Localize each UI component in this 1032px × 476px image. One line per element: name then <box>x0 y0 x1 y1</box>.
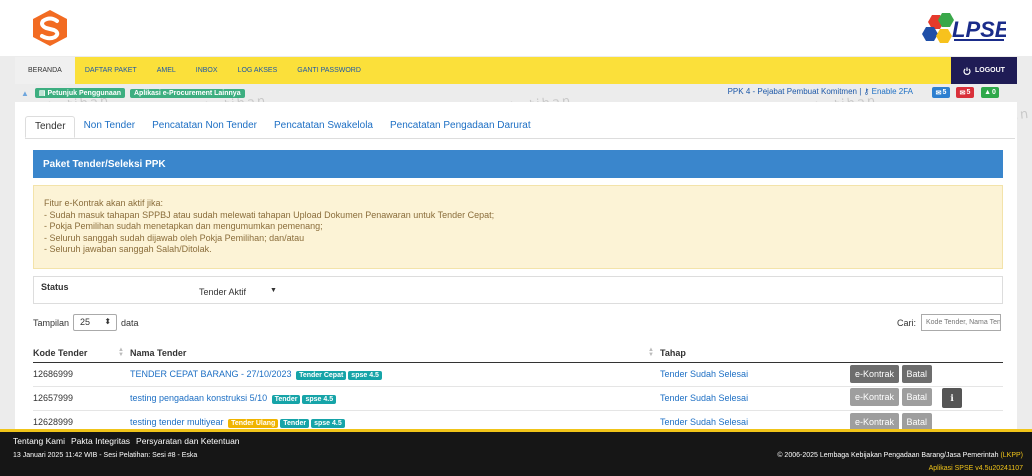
nav-inbox[interactable]: INBOX <box>186 57 228 84</box>
role-info: PPK 4 - Pejabat Pembuat Komitmen | ⚷ Ena… <box>727 87 913 96</box>
table-row: 12657999 testing pengadaan konstruksi 5/… <box>33 385 1003 410</box>
alert-line: - Sudah masuk tahapan SPPBJ atau sudah m… <box>44 209 495 220</box>
table-row: 12686999 TENDER CEPAT BARANG - 27/10/202… <box>33 361 1003 386</box>
tab-tender[interactable]: Tender <box>25 116 75 138</box>
alert-line: - Seluruh sanggah sudah dijawab oleh Pok… <box>44 232 305 243</box>
tag-tender-ulang: Tender Ulang <box>228 418 279 428</box>
tahap-link[interactable]: Tender Sudah Selesai <box>660 393 748 403</box>
nav-ganti-password[interactable]: GANTI PASSWORD <box>287 57 371 84</box>
tag-spse: spse 4.5 <box>302 394 337 404</box>
footer-links: Tentang Kami Pakta Integritas Persyarata… <box>13 436 240 446</box>
lpse-logo-icon: LPSE <box>922 13 1006 43</box>
enable-2fa-link[interactable]: Enable 2FA <box>872 87 913 96</box>
ekontrak-button[interactable]: e-Kontrak <box>850 388 900 407</box>
tender-link[interactable]: TENDER CEPAT BARANG - 27/10/2023 <box>130 369 292 379</box>
nama-cell: TENDER CEPAT BARANG - 27/10/2023 Tender … <box>130 361 660 386</box>
kode-cell: 12686999 <box>33 361 130 386</box>
footer-link-tentang-kami[interactable]: Tentang Kami <box>13 436 65 446</box>
tender-table: Kode Tender ▲ ▼ Nama Tender ▲ ▼ Tahap 126869… <box>33 344 1003 434</box>
page-size-control: Tampilan 25 ⬍ data <box>33 314 139 331</box>
col-tahap[interactable]: Tahap <box>660 344 850 363</box>
tender-link[interactable]: testing pengadaan konstruksi 5/10 <box>130 393 267 403</box>
svg-text:LPSE: LPSE <box>952 17 1006 42</box>
search-label: Cari: <box>896 317 916 328</box>
footer-link-persyaratan[interactable]: Persyaratan dan Ketentuan <box>136 436 240 446</box>
session-info: 13 Januari 2025 11:42 WIB - Sesi Pelatih… <box>13 452 198 459</box>
tag-tender-cepat: Tender Cepat <box>296 370 347 380</box>
kode-cell: 12657999 <box>33 385 130 410</box>
tag-tender: Tender <box>271 394 301 404</box>
tahap-cell: Tender Sudah Selesai <box>660 385 850 410</box>
tab-divider <box>25 138 1015 139</box>
tab-non-tender[interactable]: Non Tender <box>75 116 144 138</box>
show-suffix: data <box>121 317 139 328</box>
envelope-icon: ✉ <box>959 89 966 97</box>
page-size-select[interactable]: 25 ⬍ <box>73 314 118 331</box>
alert-line: - Pokja Pemilihan sudah menetapkan dan m… <box>44 221 323 231</box>
col-actions <box>850 344 1003 363</box>
batal-button[interactable]: Batal <box>901 365 933 383</box>
power-icon <box>963 67 971 75</box>
sort-icon: ▲ ▼ <box>648 347 654 358</box>
logout-button[interactable]: LOGOUT <box>951 57 1017 84</box>
bell-icon: ▲ <box>984 89 992 96</box>
sort-icon: ▲ ▼ <box>118 347 124 358</box>
show-label: Tampilan <box>33 317 70 328</box>
bell-badge[interactable]: ▲ 0 <box>981 87 999 98</box>
tag-spse: spse 4.5 <box>311 418 345 428</box>
updown-icon: ⬍ <box>104 317 112 326</box>
actions-cell: e-Kontrak Batal ℹ <box>850 385 1003 410</box>
home-icon[interactable]: ▲ <box>21 89 29 98</box>
tag-tender: Tender <box>280 418 310 428</box>
status-select[interactable]: Tender Aktif <box>199 287 246 297</box>
tab-pencatatan-swakelola[interactable]: Pencatatan Swakelola <box>265 116 381 138</box>
alert-line: - Seluruh jawaban sanggah Salah/Ditolak. <box>44 244 212 254</box>
petunjuk-penggunaan-link[interactable]: ▤ Petunjuk Penggunaan <box>34 88 125 98</box>
logout-label: LOGOUT <box>975 67 1005 74</box>
tab-pencatatan-pengadaan-darurat[interactable]: Pencatatan Pengadaan Darurat <box>381 116 539 138</box>
sub-bar: ▲ ▤ Petunjuk Penggunaan Aplikasi e-Procu… <box>15 86 1017 100</box>
ekontrak-button[interactable]: e-Kontrak <box>850 365 900 383</box>
tahap-link[interactable]: Tender Sudah Selesai <box>660 417 748 427</box>
col-nama-tender[interactable]: Nama Tender ▲ ▼ <box>130 344 660 363</box>
search-input[interactable]: Kode Tender, Nama Tender <box>921 314 1001 331</box>
col-kode-tender[interactable]: Kode Tender ▲ ▼ <box>33 344 130 363</box>
nav-beranda[interactable]: BERANDA <box>15 57 75 84</box>
status-filter: Status Tender Aktif ▼ <box>33 276 1003 304</box>
status-label: Status <box>41 282 69 292</box>
footer: Tentang Kami Pakta Integritas Persyarata… <box>0 432 1032 476</box>
nav-log-akses[interactable]: LOG AKSES <box>228 57 288 84</box>
ekontrak-alert: Fitur e-Kontrak akan aktif jika: - Sudah… <box>33 185 1003 269</box>
aplikasi-eprocurement-link[interactable]: Aplikasi e-Procurement Lainnya <box>130 88 245 98</box>
actions-cell: e-Kontrak Batal <box>850 361 1003 386</box>
nama-cell: testing pengadaan konstruksi 5/10 Tender… <box>130 385 660 410</box>
mail-badge[interactable]: ✉ 5 <box>932 87 950 98</box>
spse-logo-icon <box>33 10 67 46</box>
app-version: Aplikasi SPSE v4.5u20241107 <box>928 465 1023 472</box>
nav-amel[interactable]: AMEL <box>147 57 186 84</box>
tahap-link[interactable]: Tender Sudah Selesai <box>660 369 748 379</box>
batal-button[interactable]: Batal <box>901 388 933 407</box>
footer-link-pakta-integritas[interactable]: Pakta Integritas <box>71 436 130 446</box>
copyright: © 2006-2025 Lembaga Kebijakan Pengadaan … <box>777 452 1023 459</box>
info-icon[interactable]: ℹ <box>942 388 963 408</box>
header: LPSE <box>0 0 1032 56</box>
alert-line: Fitur e-Kontrak akan aktif jika: <box>44 198 164 208</box>
tab-bar: Tender Non Tender Pencatatan Non Tender … <box>25 116 539 138</box>
tab-pencatatan-non-tender[interactable]: Pencatatan Non Tender <box>143 116 265 138</box>
key-icon: ⚷ <box>863 87 870 96</box>
envelope-badge[interactable]: ✉ 5 <box>956 87 974 98</box>
caret-down-icon[interactable]: ▼ <box>270 287 277 294</box>
mail-icon: ✉ <box>935 89 942 97</box>
nav-daftar-paket[interactable]: DAFTAR PAKET <box>75 57 147 84</box>
tag-spse: spse 4.5 <box>348 370 382 380</box>
tender-link[interactable]: testing tender multiyear <box>130 417 224 427</box>
panel-title: Paket Tender/Seleksi PPK <box>33 150 1003 178</box>
tahap-cell: Tender Sudah Selesai <box>660 361 850 386</box>
search-control: Cari: Kode Tender, Nama Tender <box>897 314 1001 331</box>
main-content: Tender Non Tender Pencatatan Non Tender … <box>15 102 1017 434</box>
main-nav: BERANDA DAFTAR PAKET AMEL INBOX LOG AKSE… <box>15 57 1017 84</box>
